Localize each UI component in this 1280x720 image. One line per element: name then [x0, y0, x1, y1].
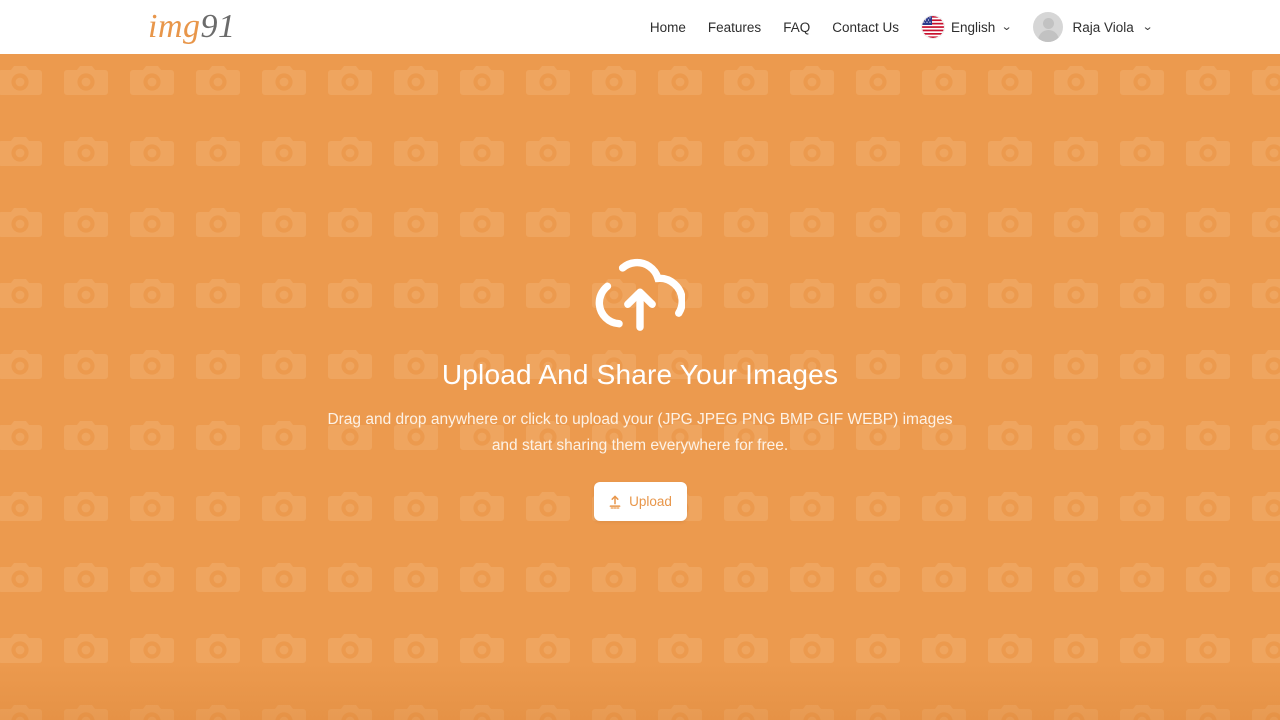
logo-text-img: img	[148, 8, 201, 45]
page-title: Upload And Share Your Images	[441, 359, 839, 390]
nav-item-contact-us[interactable]: Contact Us	[821, 20, 910, 35]
upload-button-label: Upload	[629, 494, 672, 510]
nav-item-faq[interactable]: FAQ	[772, 20, 821, 35]
hero-subtitle-line-1: Drag and drop anywhere or click to uploa…	[327, 410, 899, 428]
user-menu[interactable]: Raja Viola ⌄	[1033, 12, 1154, 42]
nav-item-home[interactable]: Home	[639, 20, 697, 35]
site-header: img91 Home Features FAQ Contact Us Engli…	[0, 0, 1280, 54]
chevron-down-icon: ⌄	[1141, 20, 1154, 33]
language-selector[interactable]: English ⌄	[921, 16, 1013, 38]
upload-arrow-icon	[608, 495, 622, 509]
site-logo[interactable]: img91	[148, 10, 236, 44]
upload-button[interactable]: Upload	[593, 482, 687, 522]
language-label: English	[950, 19, 996, 35]
hero-dropzone[interactable]: Upload And Share Your Images Drag and dr…	[0, 54, 1280, 720]
user-name-label: Raja Viola	[1072, 19, 1134, 35]
us-flag-icon	[921, 16, 944, 38]
chevron-down-icon: ⌄	[1001, 20, 1013, 33]
main-navigation: Home Features FAQ Contact Us English ⌄ R…	[639, 12, 1154, 42]
hero-subtitle: Drag and drop anywhere or click to uploa…	[320, 407, 960, 460]
cloud-upload-icon	[595, 255, 686, 333]
nav-item-features[interactable]: Features	[697, 20, 772, 35]
avatar	[1033, 12, 1064, 42]
logo-text-91: 91	[200, 8, 236, 45]
